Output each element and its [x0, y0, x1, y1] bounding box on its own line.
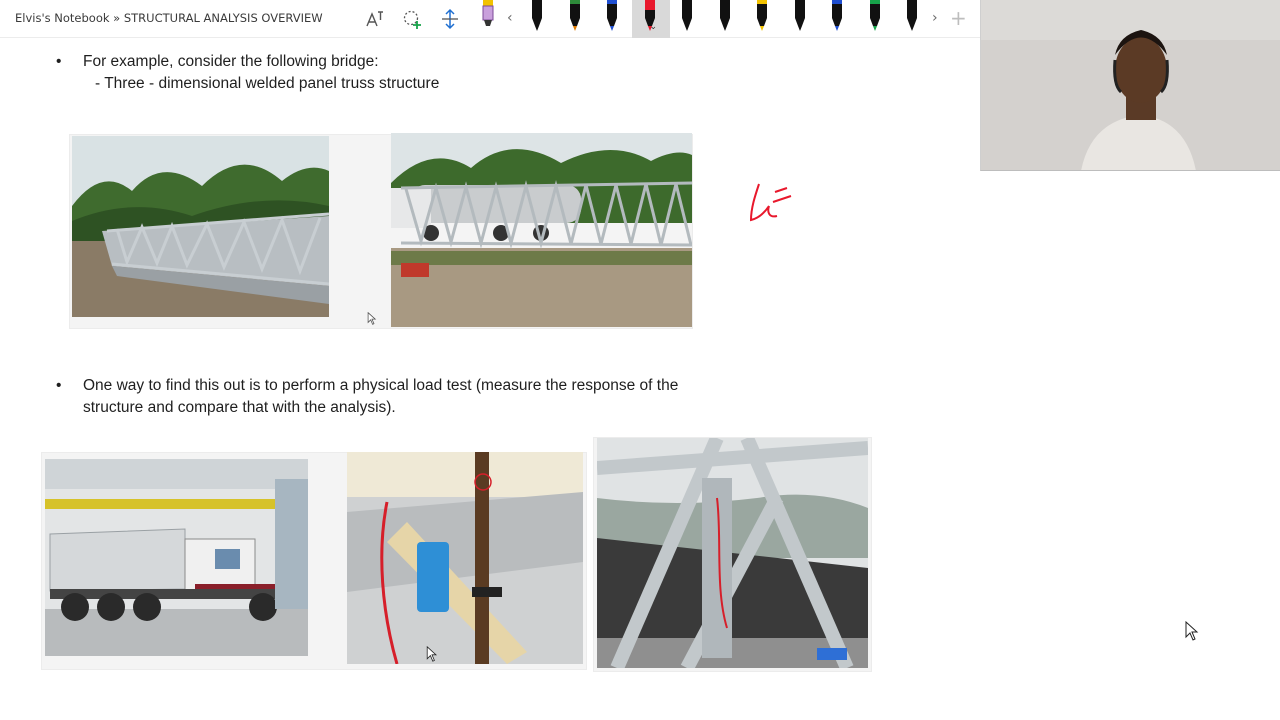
add-pen-icon[interactable]: +: [950, 6, 967, 30]
bullet-dot: •: [56, 53, 62, 70]
strain-gauge-photo[interactable]: [347, 452, 583, 664]
pen-black-2-icon[interactable]: [679, 0, 695, 34]
bullet-load-test: • One way to find this out is to perform…: [56, 375, 678, 419]
pen-black-4-icon[interactable]: [792, 0, 808, 34]
mouse-cursor-icon: [1185, 620, 1199, 645]
breadcrumb[interactable]: Elvis's Notebook » STRUCTURAL ANALYSIS O…: [15, 11, 323, 25]
sub-bullet-text[interactable]: - Three - dimensional welded panel truss…: [83, 73, 439, 95]
chevron-down-icon[interactable]: ⌄: [650, 22, 658, 32]
insert-space-icon[interactable]: [439, 8, 461, 30]
add-shape-icon[interactable]: [401, 8, 423, 30]
truss-joint-photo[interactable]: [597, 438, 868, 668]
scroll-left-icon[interactable]: ‹: [507, 10, 513, 26]
bridge-photo-2[interactable]: [391, 133, 692, 327]
bullet-text[interactable]: For example, consider the following brid…: [83, 51, 439, 73]
bridge-photo-1[interactable]: [72, 136, 329, 317]
pen-black-5-icon[interactable]: [904, 0, 920, 34]
pen-blue-1-icon[interactable]: [604, 0, 620, 34]
webcam-overlay: [980, 0, 1280, 171]
small-cursor-icon: [367, 310, 377, 329]
drawing-toolbar: Elvis's Notebook » STRUCTURAL ANALYSIS O…: [0, 0, 980, 38]
handwritten-annotation: [745, 178, 795, 226]
pen-black-3-icon[interactable]: [717, 0, 733, 34]
lasso-select-icon[interactable]: [364, 8, 386, 30]
dump-truck-photo[interactable]: [45, 459, 308, 656]
scroll-right-icon[interactable]: ›: [932, 10, 938, 26]
pen-green-icon[interactable]: [867, 0, 883, 34]
bullet-dot: •: [56, 377, 62, 394]
highlighter-icon[interactable]: [480, 0, 496, 34]
pointer-cursor-icon: [426, 645, 438, 666]
pen-blue-2-icon[interactable]: [829, 0, 845, 34]
bullet-bridge-example: • For example, consider the following br…: [56, 51, 439, 95]
bullet-text[interactable]: One way to find this out is to perform a…: [83, 375, 678, 397]
pen-yellow-icon[interactable]: [754, 0, 770, 34]
pen-black-1-icon[interactable]: [529, 0, 545, 34]
bullet-text-continued[interactable]: structure and compare that with the anal…: [83, 397, 678, 419]
pen-orange-icon[interactable]: [567, 0, 583, 34]
